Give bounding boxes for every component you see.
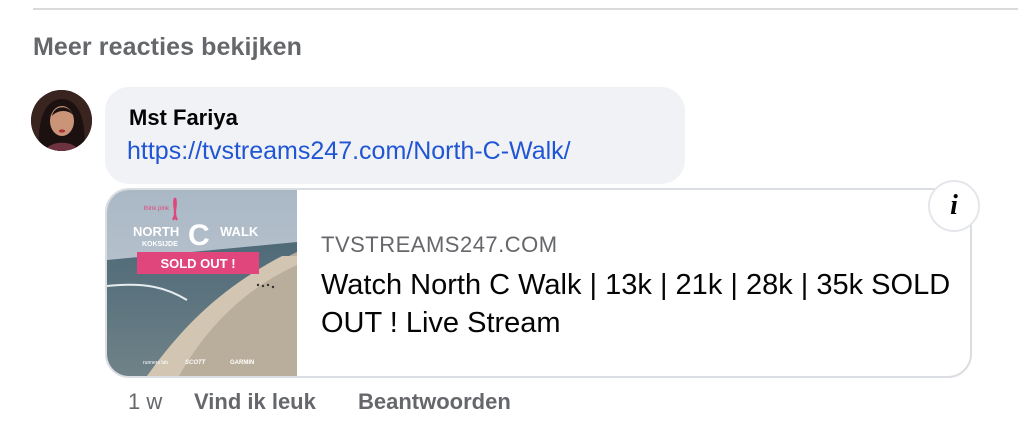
logo-walk: WALK xyxy=(220,224,259,239)
preview-domain: TVSTREAMS247.COM xyxy=(321,232,558,257)
info-button[interactable]: i xyxy=(928,180,980,232)
sold-out-badge: SOLD OUT ! xyxy=(160,256,235,271)
logo-sub: KOKSIJDE xyxy=(142,241,178,248)
logo-north: NORTH xyxy=(133,224,179,239)
comment-link[interactable]: https://tvstreams247.com/North-C-Walk/ xyxy=(127,137,571,166)
view-more-comments-link[interactable]: Meer reacties bekijken xyxy=(33,33,302,62)
top-divider xyxy=(33,8,1018,10)
info-icon: i xyxy=(950,190,958,221)
sponsor-1: runners lab xyxy=(143,360,168,366)
preview-title[interactable]: Watch North C Walk | 13k | 21k | 28k | 3… xyxy=(321,266,951,342)
logo-c: C xyxy=(188,219,210,252)
preview-thumbnail: think pink NORTH C WALK KOKSIJDE SOLD OU… xyxy=(107,190,297,376)
link-preview-card[interactable]: think pink NORTH C WALK KOKSIJDE SOLD OU… xyxy=(105,188,972,378)
reply-button[interactable]: Beantwoorden xyxy=(358,389,511,415)
brand-top-text: think pink xyxy=(144,206,170,212)
comment-timestamp[interactable]: 1 w xyxy=(128,389,162,415)
sponsor-3: GARMIN xyxy=(230,360,254,366)
sponsor-2: SCOTT xyxy=(185,360,207,366)
avatar[interactable] xyxy=(31,90,92,151)
comment-author[interactable]: Mst Fariya xyxy=(129,105,238,131)
like-button[interactable]: Vind ik leuk xyxy=(194,389,316,415)
comment-bubble: Mst Fariya https://tvstreams247.com/Nort… xyxy=(105,87,685,184)
